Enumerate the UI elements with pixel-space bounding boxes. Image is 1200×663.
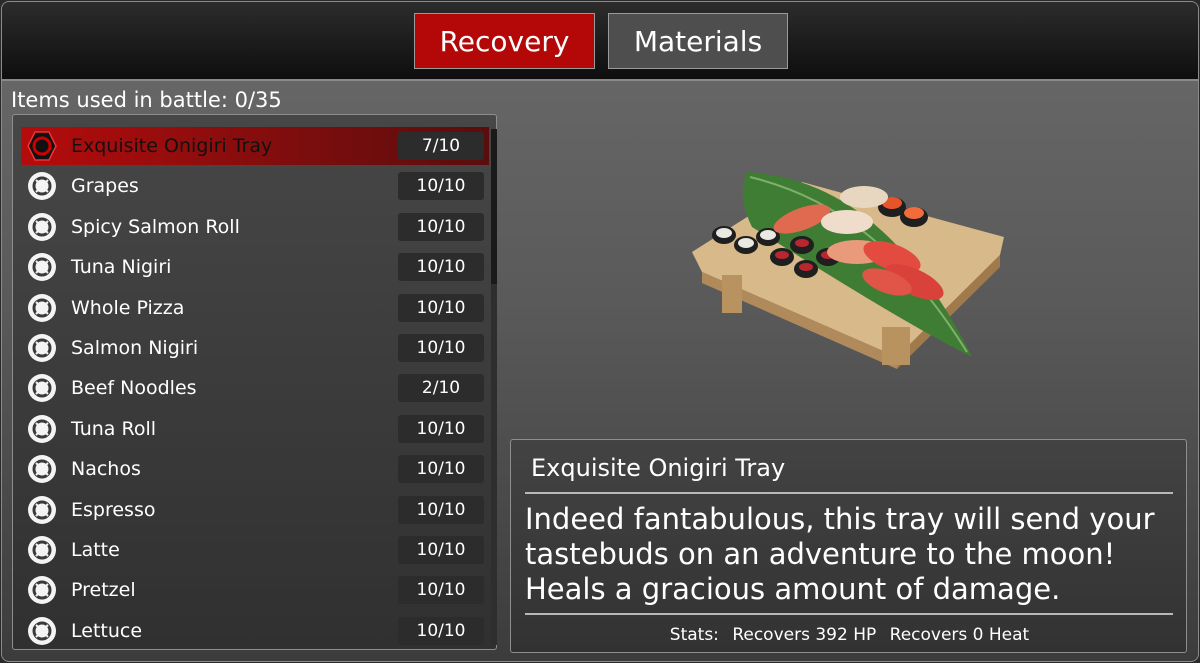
list-item[interactable]: Beef Noodles 2/10 [21, 369, 489, 407]
item-quantity: 10/10 [398, 253, 484, 282]
sushi-tray-image [692, 172, 1004, 369]
list-item[interactable]: Pretzel 10/10 [21, 571, 489, 609]
list-item[interactable]: Spicy Salmon Roll 10/10 [21, 208, 489, 246]
lifebuoy-icon [28, 212, 56, 241]
item-name: Salmon Nigiri [71, 337, 199, 359]
list-item[interactable]: Tuna Roll 10/10 [21, 410, 489, 448]
item-quantity: 2/10 [398, 374, 484, 403]
lifebuoy-icon [28, 536, 56, 564]
stats-label: Stats: [669, 625, 719, 645]
tab-bar: Recovery Materials [2, 2, 1198, 81]
lifebuoy-icon [28, 455, 56, 484]
lifebuoy-icon [28, 253, 56, 282]
tab-recovery[interactable]: Recovery [414, 13, 595, 69]
divider [525, 492, 1173, 494]
item-name: Exquisite Onigiri Tray [71, 135, 273, 157]
divider [525, 613, 1173, 615]
list-item[interactable]: Lettuce 10/10 [21, 612, 489, 650]
lifebuoy-icon [28, 495, 56, 524]
stat-heat: Recovers 0 Heat [889, 625, 1030, 645]
item-name: Latte [71, 539, 120, 561]
item-list: Exquisite Onigiri Tray 7/10 Grapes 10/10 Spi… [12, 114, 497, 650]
item-quantity: 10/10 [398, 334, 484, 362]
lifebuoy-icon [28, 293, 56, 322]
item-quantity: 10/10 [398, 536, 484, 564]
item-name: Lettuce [71, 619, 143, 642]
item-name: Nachos [71, 458, 141, 481]
lifebuoy-icon [27, 131, 57, 161]
item-quantity: 10/10 [398, 616, 484, 645]
tab-materials[interactable]: Materials [608, 13, 788, 69]
item-name: Pretzel [71, 579, 136, 602]
item-quantity: 10/10 [398, 455, 484, 484]
lifebuoy-icon [28, 374, 56, 403]
stat-hp: Recovers 392 HP [732, 625, 877, 645]
item-quantity: 10/10 [398, 495, 484, 524]
item-quantity: 10/10 [398, 212, 484, 241]
items-used-counter: Items used in battle: 0/35 [11, 88, 282, 112]
item-quantity: 10/10 [398, 293, 484, 322]
item-name: Grapes [71, 175, 139, 198]
item-name: Spicy Salmon Roll [71, 215, 240, 238]
lifebuoy-icon [28, 576, 56, 605]
item-name: Tuna Roll [71, 417, 157, 440]
list-item[interactable]: Whole Pizza 10/10 [21, 289, 489, 327]
item-description: Indeed fantabulous, this tray will send … [525, 502, 1155, 606]
scrollbar-thumb[interactable] [491, 129, 497, 284]
list-item[interactable]: Espresso 10/10 [21, 491, 489, 529]
item-detail-title: Exquisite Onigiri Tray [531, 454, 786, 482]
item-quantity: 10/10 [398, 576, 484, 605]
list-item[interactable]: Exquisite Onigiri Tray 7/10 [21, 127, 489, 165]
list-item[interactable]: Grapes 10/10 [21, 167, 489, 205]
item-stats: Stats: Recovers 392 HP Recovers 0 Heat [511, 625, 1188, 645]
list-item[interactable]: Nachos 10/10 [21, 450, 489, 488]
item-quantity: 7/10 [398, 132, 484, 160]
item-name: Tuna Nigiri [71, 256, 172, 279]
lifebuoy-icon [28, 334, 56, 362]
item-quantity: 10/10 [398, 172, 484, 201]
item-name: Whole Pizza [71, 296, 185, 319]
lifebuoy-icon [28, 616, 56, 645]
list-item[interactable]: Latte 10/10 [21, 531, 489, 569]
item-quantity: 10/10 [398, 414, 484, 443]
item-detail-panel: Exquisite Onigiri Tray Indeed fantabulou… [510, 439, 1187, 653]
list-item[interactable]: Salmon Nigiri 10/10 [21, 329, 489, 367]
list-item[interactable]: Tuna Nigiri 10/10 [21, 248, 489, 286]
item-name: Beef Noodles [71, 377, 197, 400]
scrollbar[interactable] [491, 129, 497, 645]
lifebuoy-icon [28, 172, 56, 201]
item-name: Espresso [71, 498, 156, 521]
inventory-window: Recovery Materials Items used in battle:… [1, 1, 1199, 662]
lifebuoy-icon [28, 414, 56, 443]
